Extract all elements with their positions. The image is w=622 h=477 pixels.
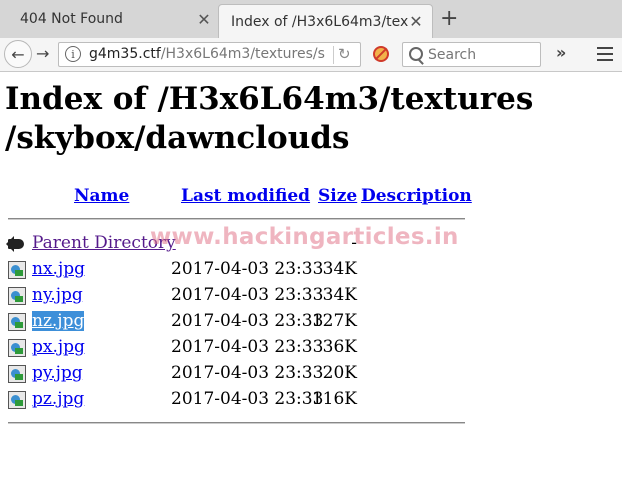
file-size: 36K [322, 337, 357, 357]
header-divider [8, 218, 465, 220]
image-file-icon [8, 391, 26, 409]
page-heading: Index of /H3x6L64m3/textures/skybox/dawn… [5, 81, 534, 156]
file-size: 127K [311, 311, 357, 331]
list-item: nz.jpg 2017-04-03 23:33 127K [0, 309, 622, 335]
list-item: pz.jpg 2017-04-03 23:33 116K [0, 387, 622, 413]
back-button[interactable]: ← [4, 40, 32, 68]
tab-title: 404 Not Found [20, 11, 123, 27]
file-link-nx[interactable]: nx.jpg [32, 259, 85, 279]
column-name-link[interactable]: Name [74, 186, 129, 206]
url-bar[interactable]: i g4m35.ctf/H3x6L64m3/textures/s ↻ [58, 42, 361, 67]
search-input[interactable] [428, 45, 536, 64]
file-link-pz[interactable]: pz.jpg [32, 389, 84, 409]
url-separator [333, 46, 334, 64]
url-text[interactable]: g4m35.ctf/H3x6L64m3/textures/s [89, 46, 329, 62]
tab-index-of[interactable]: Index of /H3x6L64m3/tex… ✕ [218, 4, 433, 38]
forward-arrow-icon: → [36, 44, 50, 63]
url-host: g4m35.ctf [89, 46, 161, 62]
tab-title: Index of /H3x6L64m3/tex… [231, 13, 408, 30]
new-tab-icon[interactable]: + [440, 8, 458, 30]
url-path: /H3x6L64m3/textures/s [160, 46, 325, 62]
list-item: ny.jpg 2017-04-03 23:33 34K [0, 283, 622, 309]
column-size-link[interactable]: Size [318, 186, 357, 206]
image-file-icon [8, 313, 26, 331]
tab-strip: 404 Not Found ✕ Index of /H3x6L64m3/tex…… [0, 0, 622, 38]
file-link-px[interactable]: px.jpg [32, 337, 85, 357]
file-size: 34K [322, 259, 357, 279]
hamburger-menu-icon[interactable] [597, 47, 613, 61]
file-link-ny[interactable]: ny.jpg [32, 285, 83, 305]
close-tab-icon[interactable]: ✕ [196, 10, 212, 29]
back-arrow-icon [6, 235, 26, 253]
search-icon [409, 47, 423, 61]
forward-button[interactable]: → [36, 44, 49, 63]
column-last-modified-link[interactable]: Last modified [181, 186, 310, 206]
blocker-extension-icon[interactable] [373, 46, 389, 62]
column-description-link[interactable]: Description [361, 186, 472, 206]
back-arrow-icon: ← [11, 44, 25, 64]
search-bar[interactable] [402, 42, 541, 67]
list-item: py.jpg 2017-04-03 23:33 20K [0, 361, 622, 387]
file-link-py[interactable]: py.jpg [32, 363, 83, 383]
watermark: www.hackingarticles.in [150, 224, 459, 250]
file-size: 20K [322, 363, 357, 383]
reload-icon[interactable]: ↻ [338, 45, 351, 63]
image-file-icon [8, 365, 26, 383]
image-file-icon [8, 261, 26, 279]
overflow-chevron-icon[interactable]: » [556, 43, 566, 62]
file-size: 116K [311, 389, 357, 409]
list-item: px.jpg 2017-04-03 23:33 36K [0, 335, 622, 361]
tab-404-not-found[interactable]: 404 Not Found ✕ [0, 5, 220, 33]
navigation-toolbar: ← → i g4m35.ctf/H3x6L64m3/textures/s ↻ » [0, 38, 622, 72]
site-info-icon[interactable]: i [65, 46, 81, 62]
close-tab-icon[interactable]: ✕ [408, 12, 424, 31]
file-link-nz[interactable]: nz.jpg [32, 311, 85, 331]
page-content: Index of /H3x6L64m3/textures/skybox/dawn… [0, 72, 622, 477]
footer-divider [8, 422, 465, 424]
file-size: 34K [322, 285, 357, 305]
image-file-icon [8, 339, 26, 357]
list-item: nx.jpg 2017-04-03 23:33 34K [0, 257, 622, 283]
image-file-icon [8, 287, 26, 305]
